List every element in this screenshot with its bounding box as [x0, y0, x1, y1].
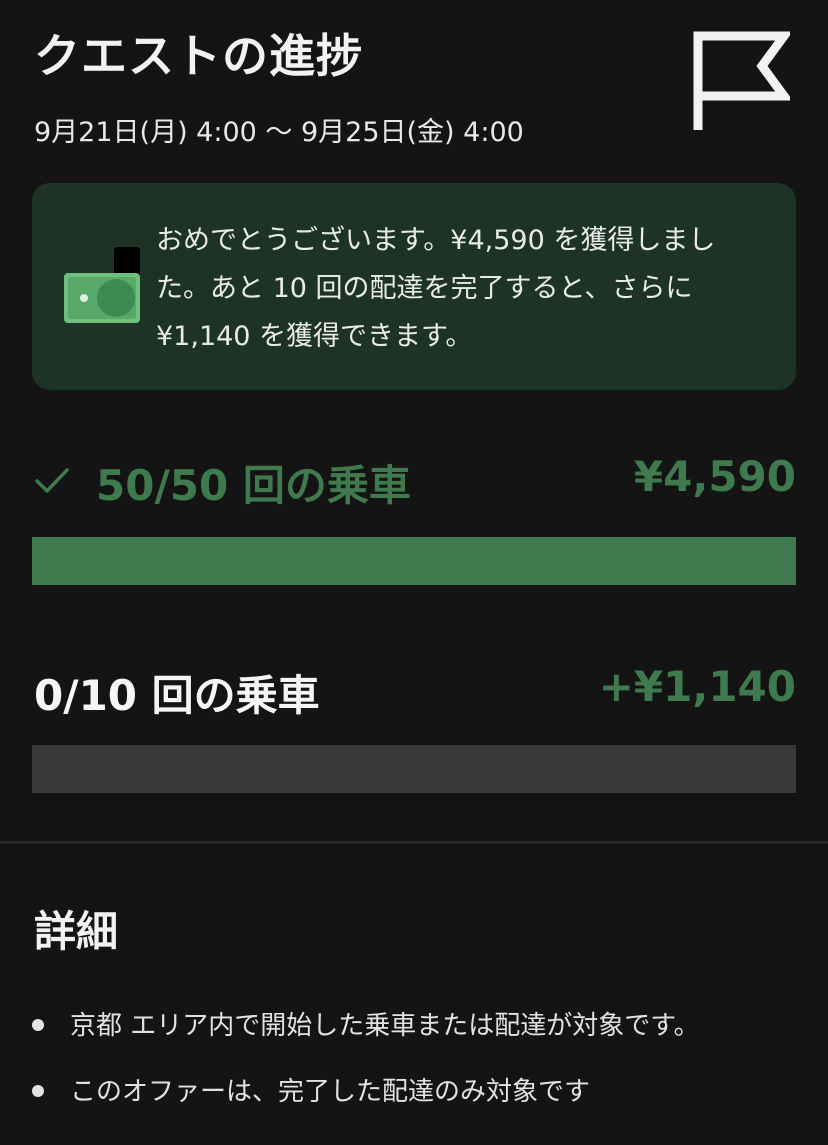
quest-tier-2-label: 0/10 回の乗車	[34, 671, 320, 720]
quest-tier-2-progress-bar	[32, 745, 796, 793]
bullet-icon	[32, 1085, 44, 1097]
bullet-icon	[32, 1019, 44, 1031]
quest-tier-1-amount: ¥4,590	[633, 452, 796, 501]
quest-tier-1-progress-fill	[32, 537, 796, 585]
details-list-item: このオファーは、完了した配達のみ対象です	[30, 1066, 820, 1132]
section-divider	[0, 841, 828, 844]
check-icon	[35, 468, 69, 493]
details-list-item: 京都 エリア内で開始した乗車または配達が対象です。	[30, 1000, 820, 1066]
details-item-text: 京都 エリア内で開始した乗車または配達が対象です。	[70, 1011, 700, 1041]
details-heading: 詳細	[34, 907, 119, 956]
page-title: クエストの進捗	[34, 29, 363, 83]
earnings-banner: おめでとうございます。¥4,590 を獲得しました。あと 10 回の配達を完了す…	[32, 183, 796, 390]
quest-tier-1-progress-bar	[32, 537, 796, 585]
quest-tier-1-label: 50/50 回の乗車	[96, 461, 411, 510]
quest-tier-2-amount: +¥1,140	[598, 662, 796, 711]
details-list: 京都 エリア内で開始した乗車または配達が対象です。 このオファーは、完了した配達…	[30, 1000, 820, 1132]
quest-date-range: 9月21日(月) 4:00 〜 9月25日(金) 4:00	[34, 117, 524, 148]
banner-message: おめでとうございます。¥4,590 を獲得しました。あと 10 回の配達を完了す…	[156, 225, 716, 352]
flag-icon	[693, 31, 790, 130]
details-item-text: このオファーは、完了した配達のみ対象です	[70, 1077, 591, 1107]
money-icon	[64, 247, 140, 323]
